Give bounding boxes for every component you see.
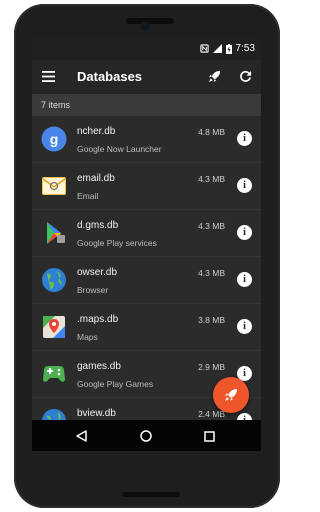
db-app: Maps xyxy=(77,332,98,342)
db-size: 3.8 MB xyxy=(198,315,225,325)
db-size: 2.9 MB xyxy=(198,362,225,372)
page-title: Databases xyxy=(77,69,143,84)
db-name: d.gms.db xyxy=(77,220,119,231)
db-name: .maps.db xyxy=(77,314,119,325)
browser-globe-icon xyxy=(42,268,66,292)
db-name: games.db xyxy=(77,361,121,372)
fab-button[interactable] xyxy=(213,377,249,413)
play-games-icon xyxy=(43,366,65,382)
db-app: Google Now Launcher xyxy=(77,144,162,154)
svg-text:g: g xyxy=(50,131,59,147)
earpiece-speaker xyxy=(126,18,174,24)
rocket-icon xyxy=(225,389,237,401)
nfc-icon xyxy=(199,44,209,53)
email-icon xyxy=(42,177,66,195)
items-count: 7 items xyxy=(41,100,71,110)
info-icon[interactable]: i xyxy=(237,178,252,193)
db-app: Email xyxy=(77,191,99,201)
list-item[interactable]: .maps.db Maps 3.8 MB i xyxy=(32,304,261,351)
list-item[interactable]: g ncher.db Google Now Launcher 4.8 MB i xyxy=(32,116,261,163)
db-size: 4.3 MB xyxy=(198,221,225,231)
db-app: Google Play services xyxy=(77,238,157,248)
home-icon[interactable] xyxy=(140,430,152,442)
signal-icon xyxy=(212,44,222,53)
db-size: 4.3 MB xyxy=(198,174,225,184)
info-icon[interactable]: i xyxy=(237,272,252,287)
info-icon[interactable]: i xyxy=(237,131,252,146)
bottom-speaker xyxy=(122,492,180,497)
info-icon[interactable]: i xyxy=(237,225,252,240)
play-services-icon xyxy=(47,222,65,244)
back-icon[interactable] xyxy=(76,430,87,442)
db-app: Google Play Games xyxy=(77,379,154,389)
refresh-icon[interactable] xyxy=(239,70,252,83)
google-g-icon: g xyxy=(41,126,67,152)
db-size: 4.3 MB xyxy=(198,268,225,278)
battery-charging-icon xyxy=(225,43,232,54)
status-time: 7:53 xyxy=(235,43,255,54)
info-icon[interactable]: i xyxy=(237,319,252,334)
front-camera xyxy=(140,21,150,31)
app-toolbar: Databases xyxy=(32,60,261,94)
db-name: bview.db xyxy=(77,408,116,419)
db-app: Browser xyxy=(77,285,109,295)
list-item[interactable]: email.db Email 4.3 MB i xyxy=(32,163,261,210)
screen: 7:53 Databases 7 items g ncher.db Google… xyxy=(32,38,261,451)
maps-icon xyxy=(43,316,65,338)
list-item[interactable]: owser.db Browser 4.3 MB i xyxy=(32,257,261,304)
items-count-bar: 7 items xyxy=(32,94,261,116)
db-name: owser.db xyxy=(77,267,118,278)
db-size: 4.8 MB xyxy=(198,127,225,137)
list-item[interactable]: d.gms.db Google Play services 4.3 MB i xyxy=(32,210,261,257)
rocket-icon[interactable] xyxy=(208,70,221,83)
hamburger-menu-icon[interactable] xyxy=(42,71,55,82)
db-name: ncher.db xyxy=(77,126,116,137)
status-bar: 7:53 xyxy=(32,38,261,60)
navigation-bar xyxy=(32,420,261,451)
recents-icon[interactable] xyxy=(204,431,215,442)
db-name: email.db xyxy=(77,173,115,184)
